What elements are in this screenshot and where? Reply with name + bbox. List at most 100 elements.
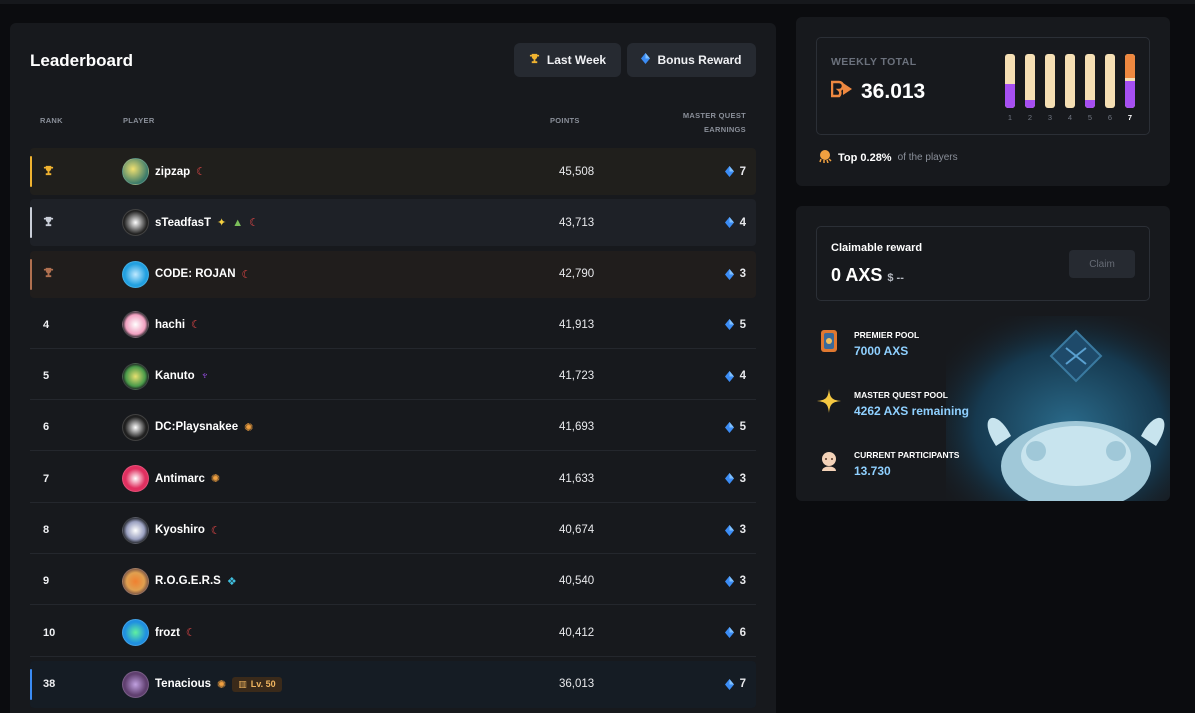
player-name: Kanuto <box>155 370 195 383</box>
level-value: Lv. 50 <box>250 679 276 690</box>
player-name: frozt <box>155 626 180 639</box>
earnings-cell: 7 <box>724 678 746 690</box>
pool-value: 7000 AXS <box>854 344 909 358</box>
earnings-value: 7 <box>739 165 746 178</box>
earnings-cell: 3 <box>724 575 746 587</box>
bonus-reward-button[interactable]: Bonus Reward <box>627 43 756 77</box>
current-user-row[interactable]: 38 Tenacious ✺ ▥ Lv. 50 36,013 7 <box>30 660 756 708</box>
earnings-value: 4 <box>739 370 746 383</box>
earnings-header: MASTER QUEST EARNINGS <box>683 109 746 137</box>
day-label: 5 <box>1087 113 1093 122</box>
table-row[interactable]: 5 Kanuto ♆ 41,723 4 <box>30 353 756 401</box>
earnings-cell: 3 <box>724 473 746 485</box>
shell-badge-icon: ❖ <box>226 575 237 588</box>
gold-trophy-icon <box>43 165 73 179</box>
claim-panel: Claimable reward 0 AXS $ -- Claim PREMIE… <box>796 206 1170 501</box>
trophy-icon <box>529 53 540 67</box>
player-name: zipzap <box>155 165 191 178</box>
claimable-reward-usd: $ -- <box>887 272 904 284</box>
table-row[interactable]: 8 Kyoshiro ☾ 40,674 3 <box>30 507 756 555</box>
player-name: R.O.G.E.R.S <box>155 575 221 588</box>
avatar <box>122 260 149 288</box>
gem-icon <box>724 524 734 536</box>
points-value: 41,633 <box>559 472 595 485</box>
leaderboard-panel: Leaderboard Last Week Bonus Reward RANK … <box>10 23 776 713</box>
day-label: 4 <box>1067 113 1073 122</box>
table-row[interactable]: CODE: ROJAN ☾ 42,790 3 <box>30 250 756 298</box>
rank-value: 6 <box>43 421 50 434</box>
rank-value: 38 <box>43 678 56 691</box>
avatar <box>122 413 149 441</box>
avatar <box>122 362 149 390</box>
table-row[interactable]: 10 frozt ☾ 40,412 6 <box>30 610 756 657</box>
pool-title: MASTER QUEST POOL <box>854 390 948 400</box>
weekly-panel: WEEKLY TOTAL 36.013 1 2 3 4 5 6 7 Top 0.28% of… <box>796 17 1170 186</box>
table-row[interactable]: 7 Antimarc ✺ 41,633 3 <box>30 456 756 503</box>
last-week-button[interactable]: Last Week <box>514 43 621 77</box>
points-logo-icon <box>830 80 853 104</box>
player-name: hachi <box>155 318 186 331</box>
day-bar-fill <box>1125 81 1135 108</box>
points-value: 41,693 <box>559 421 595 434</box>
gem-icon <box>724 421 734 433</box>
avatar <box>122 619 149 647</box>
avatar <box>122 516 149 544</box>
moon-badge-icon: ☾ <box>249 217 260 230</box>
avatar <box>122 311 149 339</box>
player-cell: sTeadfasT ✦ ▲ ☾ <box>122 209 260 237</box>
day-label: 3 <box>1047 113 1053 122</box>
avatar <box>122 209 149 237</box>
rank-value: 10 <box>43 626 56 639</box>
rank-header: RANK <box>40 116 63 125</box>
player-cell: hachi ☾ <box>122 311 201 339</box>
points-value: 40,540 <box>559 575 595 588</box>
weekly-total-box: WEEKLY TOTAL 36.013 1 2 3 4 5 6 7 <box>816 37 1150 135</box>
day-bar-2: 2 <box>1025 54 1035 122</box>
earnings-header-line2: EARNINGS <box>704 125 746 134</box>
table-row[interactable]: zipzap ☾ 45,508 7 <box>30 148 756 195</box>
earnings-cell: 5 <box>724 421 746 433</box>
day-label: 1 <box>1007 113 1013 122</box>
player-cell: CODE: ROJAN ☾ <box>122 260 251 288</box>
player-cell: Antimarc ✺ <box>122 465 220 493</box>
bonus-reward-label: Bonus Reward <box>657 53 742 67</box>
points-value: 45,508 <box>559 165 595 178</box>
rank-accent <box>30 668 32 700</box>
table-row[interactable]: 4 hachi ☾ 41,913 5 <box>30 302 756 349</box>
axie-artwork-image <box>946 316 1170 501</box>
earnings-value: 4 <box>739 216 746 229</box>
day-label: 7 <box>1127 113 1133 122</box>
day-bar-fill <box>1005 83 1015 108</box>
player-cell: Kyoshiro ☾ <box>122 516 221 544</box>
points-value: 40,412 <box>559 626 595 639</box>
level-badge: ▥ Lv. 50 <box>232 676 282 692</box>
day-bar-fill <box>1085 99 1095 108</box>
premier-pool: PREMIER POOL 7000 AXS <box>816 328 919 358</box>
table-row[interactable]: sTeadfasT ✦ ▲ ☾ 43,713 4 <box>30 199 756 247</box>
table-row[interactable]: 9 R.O.G.E.R.S ❖ 40,540 3 <box>30 558 756 606</box>
table-row[interactable]: 6 DC:Playsnakee ✺ 41,693 5 <box>30 404 756 452</box>
card-icon <box>816 328 842 354</box>
earnings-cell: 3 <box>724 268 746 280</box>
horns-badge-icon: ♆ <box>200 370 209 383</box>
day-bar-4: 4 <box>1065 54 1075 122</box>
pool-value: 13.730 <box>854 464 891 478</box>
day-bar-bonus-fill <box>1125 54 1135 79</box>
player-name: DC:Playsnakee <box>155 421 239 434</box>
earnings-cell: 5 <box>724 319 746 331</box>
points-value: 42,790 <box>559 268 595 281</box>
earnings-cell: 7 <box>724 165 746 178</box>
gem-icon <box>724 473 734 485</box>
day-bar-track <box>1065 54 1075 108</box>
day-bar-5: 5 <box>1085 54 1095 122</box>
player-name: Kyoshiro <box>155 524 205 537</box>
last-week-label: Last Week <box>546 53 607 67</box>
page-title: Leaderboard <box>30 51 133 70</box>
top-strip <box>0 0 1195 4</box>
points-value: 40,674 <box>559 524 595 537</box>
claim-button[interactable]: Claim <box>1069 250 1135 278</box>
earnings-cell: 4 <box>724 216 746 229</box>
weekly-total-value: 36.013 <box>861 80 926 103</box>
gem-icon <box>724 575 734 587</box>
player-name: CODE: ROJAN <box>155 268 236 281</box>
